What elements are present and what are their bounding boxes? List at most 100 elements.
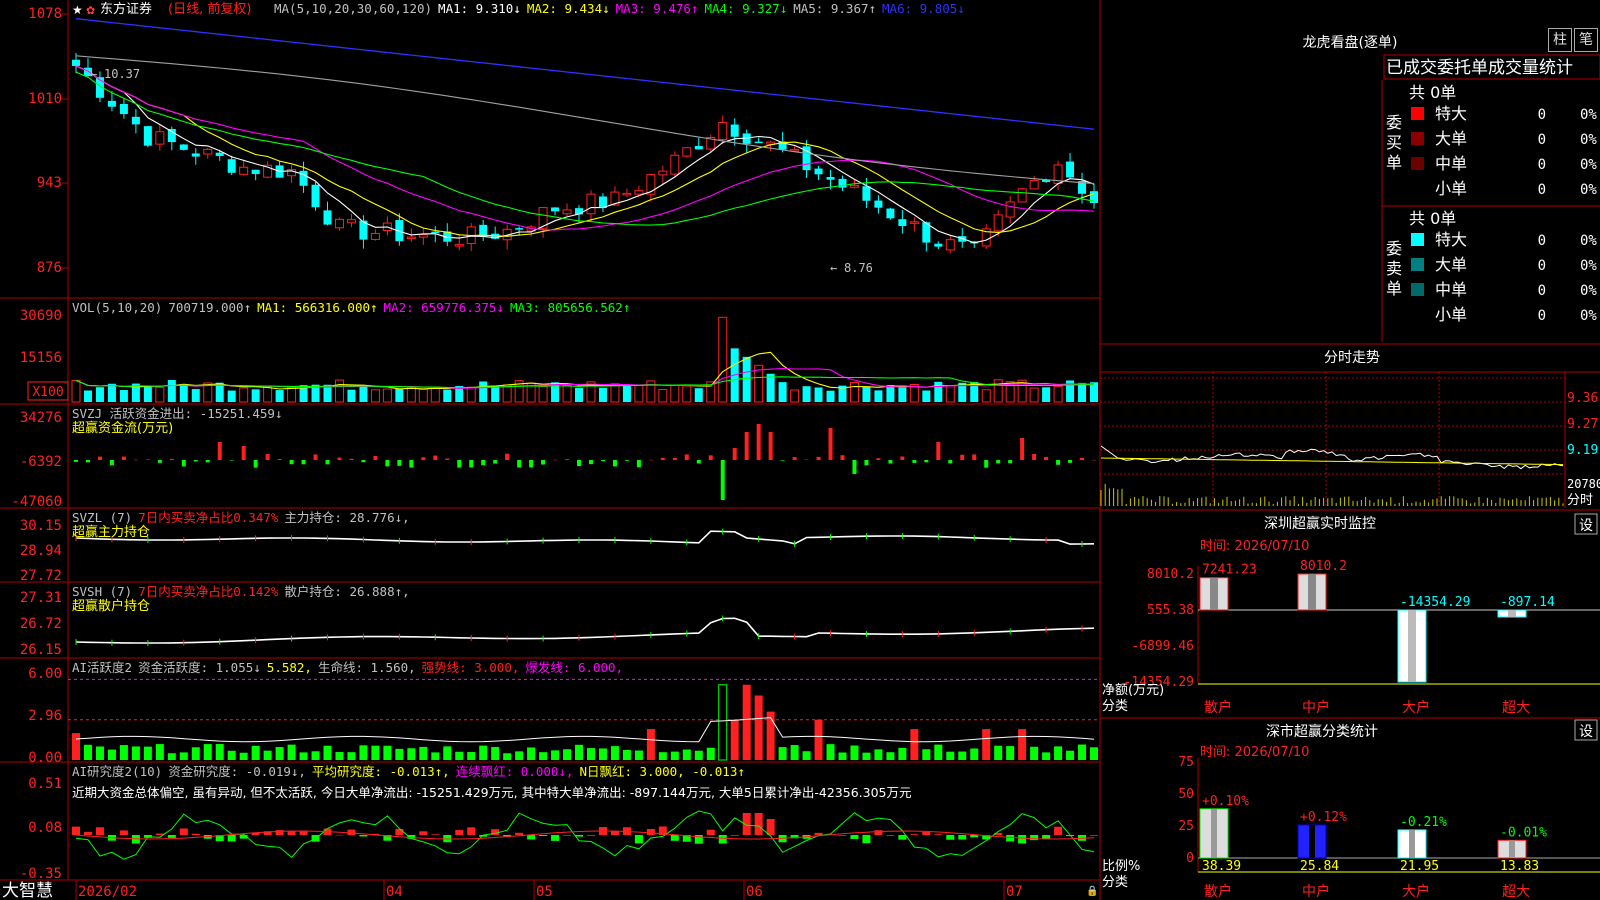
order-type: 小单: [1435, 305, 1467, 324]
flow-bar: [960, 454, 965, 460]
activity-bar: [251, 745, 260, 760]
candle: [346, 219, 356, 224]
activity-bar: [131, 746, 140, 760]
order-percent: 0%: [1580, 107, 1597, 123]
volume-bar: [479, 381, 488, 402]
flow-bar: [684, 454, 689, 460]
activity-bar: [706, 747, 715, 760]
monitor-settings-label: 设: [1579, 518, 1593, 534]
candle: [718, 122, 728, 140]
bar-mode-button[interactable]: 柱: [1548, 28, 1572, 52]
flow-bar: [265, 454, 270, 460]
candle: [826, 177, 835, 180]
candle: [370, 232, 380, 240]
candle: [849, 184, 859, 188]
volume-bar: [790, 389, 800, 403]
volume-bar: [670, 384, 680, 403]
volume-bar: [575, 387, 584, 402]
volume-bar: [646, 380, 656, 403]
ai-research-axis-tick: 0.51: [28, 776, 62, 792]
classify-value: 25.84: [1300, 859, 1339, 874]
activity-bar: [335, 752, 344, 760]
activity-bar: [263, 750, 272, 760]
order-percent: 0%: [1580, 258, 1597, 274]
research-bar: [850, 835, 859, 839]
flow-bar: [541, 460, 546, 465]
flow-bar: [612, 460, 617, 467]
vol-axis-tick: 30690: [20, 308, 62, 324]
ai-active-axis-tick: 6.00: [28, 666, 62, 682]
activity-bar: [275, 747, 284, 760]
research-bar: [563, 835, 572, 836]
activity-bar: [1006, 746, 1015, 760]
activity-bar: [982, 729, 991, 760]
tick-mode-button[interactable]: 笔: [1574, 28, 1598, 52]
arrow-glyph: ←: [830, 261, 837, 275]
volume-bar: [334, 379, 344, 403]
order-percent: 0%: [1580, 132, 1597, 148]
lock-icon: 🔒: [1086, 885, 1098, 897]
legend-item: 生命线: 1.560,: [318, 660, 416, 675]
flow-bar: [840, 455, 845, 460]
svzj-axis-tick: -6392: [20, 454, 62, 470]
activity-bar: [563, 749, 572, 760]
arrow-glyph: ←: [90, 67, 97, 81]
activity-bar: [946, 751, 955, 760]
activity-bar: [287, 744, 296, 760]
research-bar: [455, 829, 464, 835]
monitor-axis-tick: -6899.46: [1131, 639, 1194, 654]
volume-bar: [143, 386, 152, 402]
activity-bar: [431, 752, 440, 760]
analysis-comment: 近期大资金总体偏空, 虽有异动, 但不太活跃, 今日大单净流出: -15251.…: [72, 785, 911, 800]
order-type: 中单: [1435, 280, 1467, 299]
monitor-bar-value: 8010.2: [1300, 559, 1347, 574]
activity-bar: [299, 752, 308, 760]
classify-ylabel: 分类: [1102, 875, 1128, 890]
price-axis-tick: 1010: [28, 91, 62, 107]
volume-bar: [862, 387, 871, 402]
order-color-swatch: [1411, 283, 1424, 296]
order-color-swatch: [1410, 181, 1425, 196]
flow-bar: [648, 459, 653, 461]
legend-item: AI活跃度2: [72, 660, 132, 675]
volume-bar: [1029, 387, 1039, 403]
order-color-swatch: [1410, 307, 1425, 322]
candle: [215, 152, 224, 156]
candle: [227, 159, 236, 173]
svzj-axis-tick: 34276: [20, 410, 62, 426]
order-side-char: 单: [1386, 279, 1402, 298]
flow-bar: [1032, 453, 1037, 460]
ai-active-axis-tick: 2.96: [28, 708, 62, 724]
flow-bar: [289, 460, 294, 465]
research-bar: [874, 830, 883, 835]
research-bar: [958, 835, 967, 840]
candle: [311, 184, 320, 208]
legend-item: 7日内买卖净占比0.347%: [138, 510, 279, 525]
activity-bar: [203, 744, 212, 760]
stats-tab-label[interactable]: 已成交委托单成交量统计: [1386, 58, 1573, 78]
candle: [790, 148, 800, 152]
stock-name: 东方证券: [100, 1, 152, 17]
intraday-vol-tick: 20780: [1567, 477, 1600, 491]
flow-bar: [505, 453, 510, 460]
volume-bar: [167, 379, 176, 402]
favorite-star-icon[interactable]: ★: [72, 3, 83, 17]
classify-bar-shade: [1409, 829, 1415, 858]
monitor-category: 超大: [1502, 700, 1530, 716]
flow-bar: [517, 460, 522, 468]
activity-bar: [778, 747, 787, 760]
volume-bar: [263, 386, 273, 403]
research-bar: [299, 831, 308, 835]
classify-bar-shade: [1509, 840, 1515, 858]
flow-bar: [337, 457, 342, 460]
flow-bar: [792, 457, 797, 460]
volume-bar: [610, 383, 620, 403]
monitor-bar-value: 7241.23: [1202, 563, 1257, 578]
activity-bar: [934, 744, 943, 760]
candle: [862, 186, 871, 201]
candle: [1066, 161, 1075, 178]
research-bar: [72, 826, 80, 835]
flow-bar: [864, 460, 869, 466]
legend-item: MA(5,10,20,30,60,120): [274, 1, 432, 16]
activity-bar: [622, 749, 631, 760]
